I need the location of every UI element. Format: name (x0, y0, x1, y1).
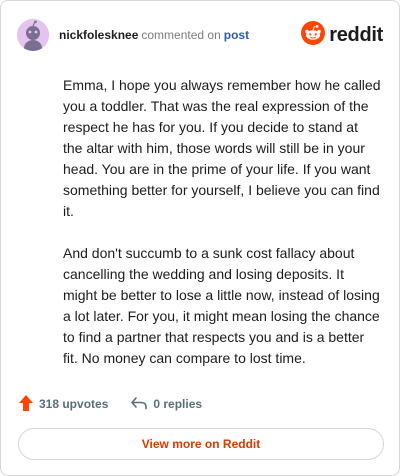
username-link[interactable]: nickfolesknee (59, 28, 138, 42)
comment-paragraph: Emma, I hope you always remember how he … (63, 77, 381, 219)
comment-meta: nickfolesknee commented on post (59, 27, 249, 43)
reply-button[interactable]: 0 replies (130, 396, 202, 413)
embedded-comment-card: nickfolesknee commented on post reddit E… (0, 0, 400, 476)
post-link[interactable]: post (224, 28, 249, 42)
comment-paragraph: And don't succumb to a sunk cost fallacy… (63, 245, 380, 366)
reddit-logo-icon (301, 20, 326, 50)
reddit-wordmark: reddit (329, 23, 383, 46)
reply-count: 0 replies (153, 397, 203, 411)
upvote-count: 318 upvotes (39, 397, 109, 411)
view-more-button[interactable]: View more on Reddit (18, 428, 384, 460)
comment-body: Emma, I hope you always remember how he … (63, 75, 381, 390)
upvote-arrow-icon (18, 394, 39, 415)
reddit-brand-link[interactable]: reddit (301, 20, 383, 50)
upvote-button[interactable]: 318 upvotes (18, 394, 108, 415)
commented-on-text: commented on (141, 28, 221, 42)
snoo-avatar-icon[interactable] (17, 19, 49, 51)
comment-header: nickfolesknee commented on post reddit (17, 17, 383, 53)
reply-arrow-icon (130, 396, 153, 413)
comment-actions: 318 upvotes 0 replies (18, 394, 224, 414)
